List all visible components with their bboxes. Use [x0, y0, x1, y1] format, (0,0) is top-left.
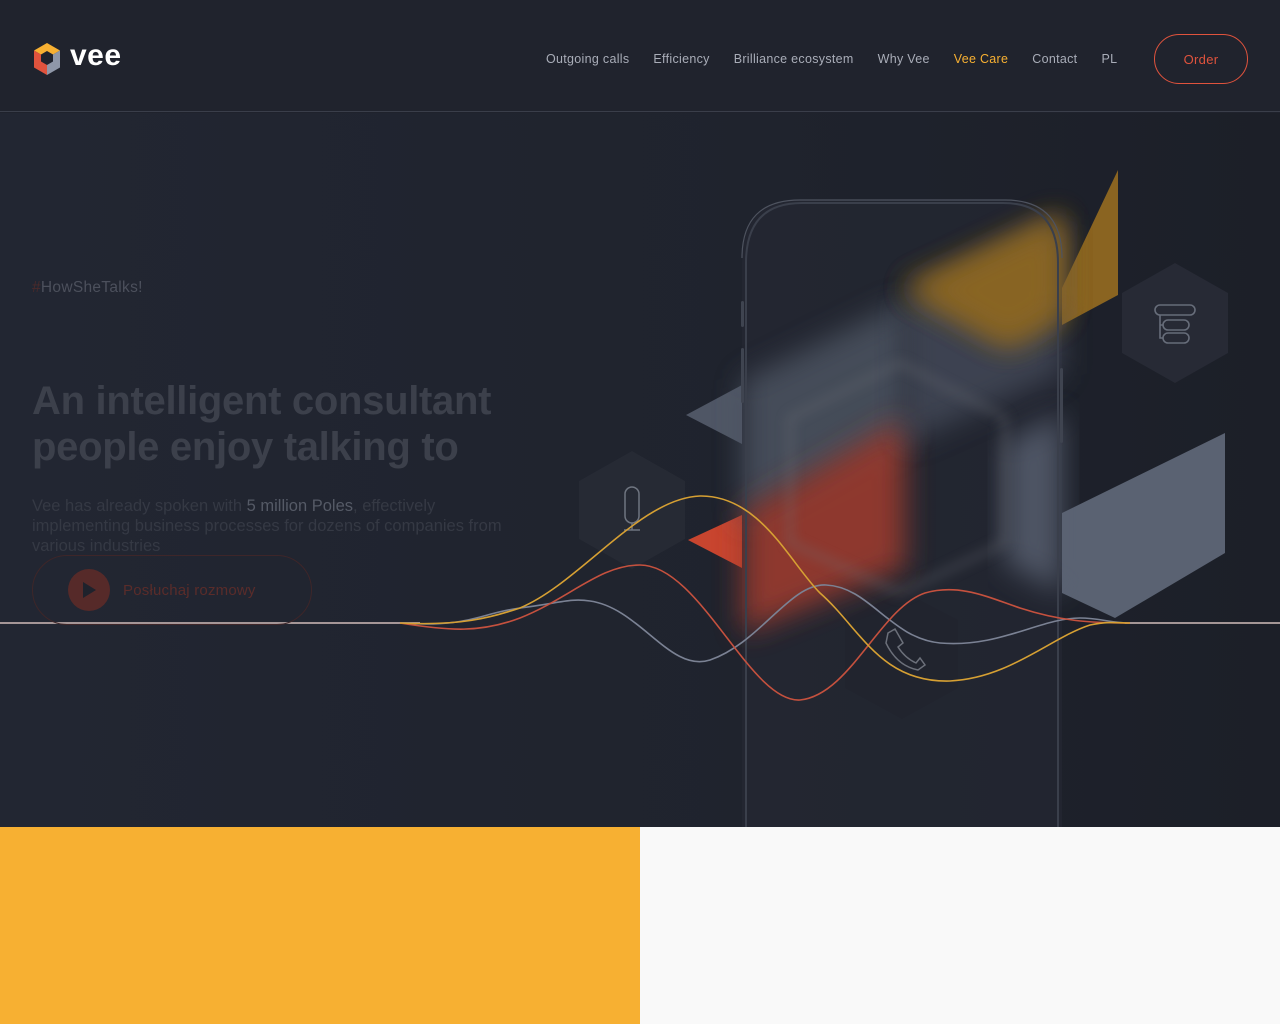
- nav-item-brilliance-ecosystem[interactable]: Brilliance ecosystem: [734, 50, 854, 68]
- nav-item-why-vee[interactable]: Why Vee: [878, 50, 930, 68]
- red-left-shape: [688, 515, 742, 568]
- hero-illustration: [0, 170, 1280, 827]
- tagline-hash: #: [32, 279, 41, 296]
- slate-left-shape: [686, 385, 742, 444]
- site-header: vee Outgoing calls Efficiency Brilliance…: [0, 0, 1280, 112]
- listen-conversation-button[interactable]: Posłuchaj rozmowy: [32, 555, 312, 625]
- hero-section: #HowSheTalks! An intelligent consultant p…: [0, 113, 1280, 827]
- brand-name: vee: [70, 39, 122, 72]
- hexagon-mic: [579, 451, 685, 569]
- yellow-shape: [1062, 170, 1118, 325]
- play-icon: [68, 569, 110, 611]
- nav-item-outgoing-calls[interactable]: Outgoing calls: [546, 50, 629, 68]
- hero-description: Vee has already spoken with 5 million Po…: [32, 496, 532, 556]
- nav-item-contact[interactable]: Contact: [1032, 50, 1077, 68]
- yellow-panel: [0, 827, 640, 1024]
- tagline-text: HowSheTalks!: [40, 279, 143, 296]
- headline-line-1: An intelligent consultant: [32, 379, 492, 423]
- phone-mockup: [741, 199, 1063, 827]
- slate-right-shape: [1062, 433, 1225, 618]
- desc-highlight: 5 million Poles: [246, 497, 354, 515]
- main-nav: Outgoing calls Efficiency Brilliance eco…: [546, 50, 1141, 68]
- nav-item-efficiency[interactable]: Efficiency: [653, 50, 709, 68]
- desc-before: Vee has already spoken with: [32, 497, 247, 515]
- logo[interactable]: vee: [32, 39, 122, 76]
- order-button[interactable]: Order: [1154, 34, 1248, 84]
- vee-hexagon-logo-icon: [34, 43, 60, 75]
- nav-item-vee-care[interactable]: Vee Care: [954, 50, 1009, 68]
- listen-label: Posłuchaj rozmowy: [123, 581, 256, 599]
- hero-headline: An intelligent consultant people enjoy ta…: [32, 378, 552, 470]
- language-switch-pl[interactable]: PL: [1101, 50, 1117, 68]
- hero-tagline: #HowSheTalks!: [32, 279, 143, 297]
- light-panel: [640, 827, 1280, 1024]
- headline-line-2: people enjoy talking to: [32, 425, 459, 469]
- hexagon-top-right: [1122, 263, 1228, 383]
